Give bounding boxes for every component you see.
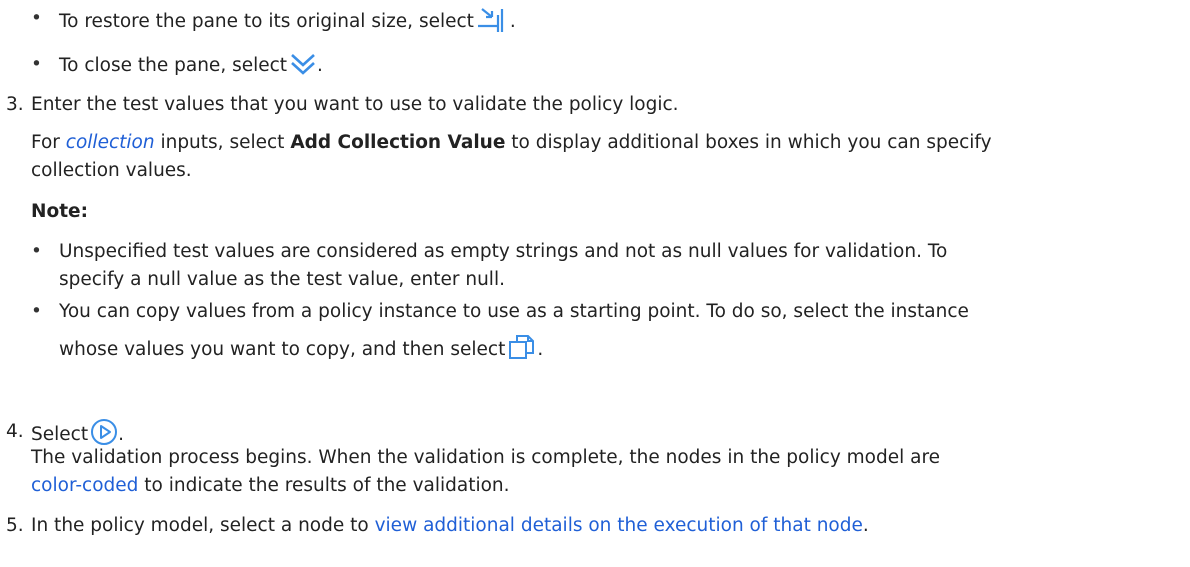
bullet-dot: •	[31, 54, 42, 75]
collection-term-link[interactable]: collection	[66, 132, 155, 153]
close-pane-chevron-icon	[289, 51, 317, 77]
bullet-close: To close the pane, select .	[59, 51, 323, 80]
step3-text: Enter the test values that you want to u…	[31, 94, 679, 115]
step4-result-line1: The validation process begins. When the …	[31, 447, 941, 468]
collection-paragraph-line2: collection values.	[31, 160, 192, 181]
step5-line: In the policy model, select a node to vi…	[31, 515, 869, 536]
add-collection-value-label: Add Collection Value	[290, 132, 506, 153]
note-1-line1: Unspecified test values are considered a…	[59, 241, 948, 262]
bullet-close-text: To close the pane, select	[59, 55, 288, 76]
bullet-dot: •	[31, 8, 42, 29]
bullet-restore-text: To restore the pane to its original size…	[59, 11, 474, 32]
step-number: 3.	[6, 94, 24, 115]
bullet-dot: •	[31, 241, 42, 262]
bullet-restore: To restore the pane to its original size…	[59, 5, 516, 36]
view-node-details-link[interactable]: view additional details on the execution…	[375, 515, 863, 536]
note-label: Note:	[31, 201, 88, 222]
step-number: 4.	[6, 421, 24, 442]
step-number: 5.	[6, 515, 24, 536]
color-coded-link[interactable]: color-coded	[31, 475, 138, 496]
note-2-line1: You can copy values from a policy instan…	[59, 301, 969, 322]
copy-instance-icon	[507, 333, 537, 361]
play-validate-icon	[90, 418, 118, 446]
note-2-line2: whose values you want to copy, and then …	[59, 333, 543, 364]
step4-result-line2: color-coded to indicate the results of t…	[31, 475, 510, 496]
bullet-dot: •	[31, 301, 42, 322]
collection-paragraph-line1: For collection inputs, select Add Collec…	[31, 132, 992, 153]
note-1-line2: specify a null value as the test value, …	[59, 269, 505, 290]
restore-pane-icon	[476, 5, 510, 33]
